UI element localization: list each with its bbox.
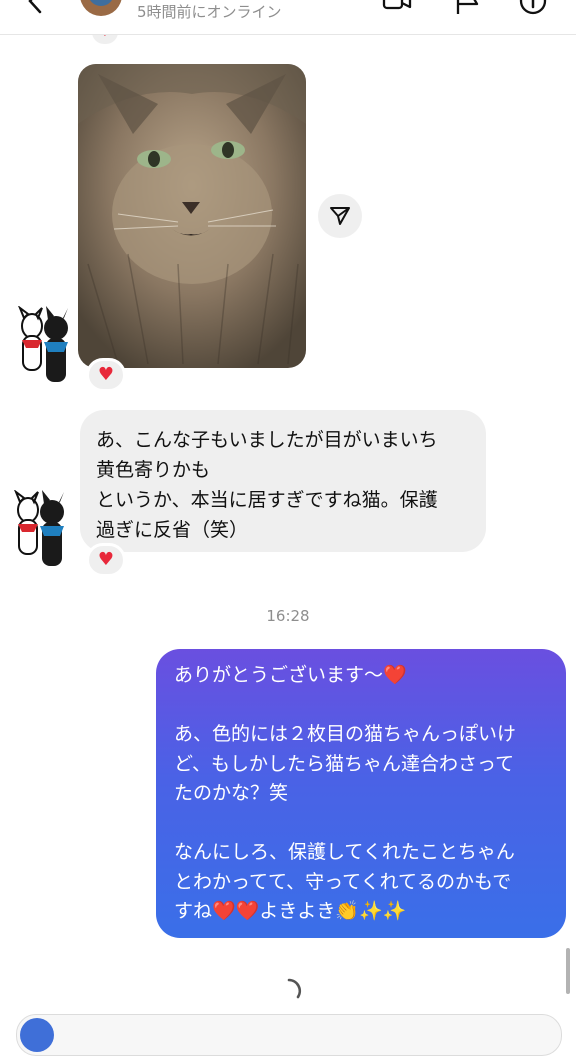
camera-button[interactable] <box>20 1018 54 1052</box>
contact-avatar[interactable] <box>80 0 122 16</box>
sender-sticker-avatar[interactable] <box>2 490 76 574</box>
heart-icon: ♥ <box>97 549 115 570</box>
received-message-bubble[interactable]: あ、こんな子もいましたが目がいまいち 黄色寄りかも というか、本当に居すぎですね… <box>80 410 486 552</box>
flag-icon[interactable] <box>452 0 482 16</box>
message-text-line: すね❤️❤️よきよき👏✨✨ <box>174 900 407 922</box>
message-text-line: 過ぎに反省（笑） <box>96 519 249 541</box>
loading-spinner-icon <box>287 978 302 999</box>
message-text-line: というか、本当に居すぎですね猫。保護 <box>96 489 438 511</box>
message-composer[interactable] <box>16 1014 562 1056</box>
video-call-icon[interactable] <box>382 0 412 16</box>
message-timestamp: 16:28 <box>266 607 310 625</box>
message-reaction[interactable]: ♥ <box>86 543 126 577</box>
message-text-line: たのかな？笑 <box>174 782 289 804</box>
message-text-line: 黄色寄りかも <box>96 459 211 481</box>
shared-cat-photo[interactable] <box>78 64 306 368</box>
message-text-line: とわかってて、守ってくれてるのかもで <box>174 870 512 893</box>
message-text-line: あ、こんな子もいましたが目がいまいち <box>96 429 438 451</box>
message-text-line: あ、色的には２枚目の猫ちゃんっぽいけ <box>174 723 517 745</box>
sender-sticker-avatar[interactable] <box>6 306 80 390</box>
share-photo-button[interactable] <box>318 194 362 238</box>
online-status: 5時間前にオンライン <box>137 3 282 21</box>
scrollbar[interactable] <box>566 948 570 994</box>
info-icon[interactable] <box>518 0 548 16</box>
message-text-line: ありがとうございます〜❤️ <box>174 664 407 686</box>
message-text-line: なんにしろ、保護してくれたことちゃん <box>174 841 515 863</box>
send-icon <box>330 207 350 225</box>
sent-message-bubble[interactable]: ありがとうございます〜❤️ あ、色的には２枚目の猫ちゃんっぽいけ ど、もしかした… <box>156 649 566 938</box>
photo-reaction[interactable]: ♥ <box>86 358 126 392</box>
heart-icon: ♥ <box>97 364 115 385</box>
cat-image <box>78 64 306 368</box>
chevron-left-icon[interactable] <box>22 0 48 14</box>
chat-header: 5時間前にオンライン <box>0 0 576 35</box>
message-text-line: ど、もしかしたら猫ちゃん達合わさって <box>174 752 515 775</box>
